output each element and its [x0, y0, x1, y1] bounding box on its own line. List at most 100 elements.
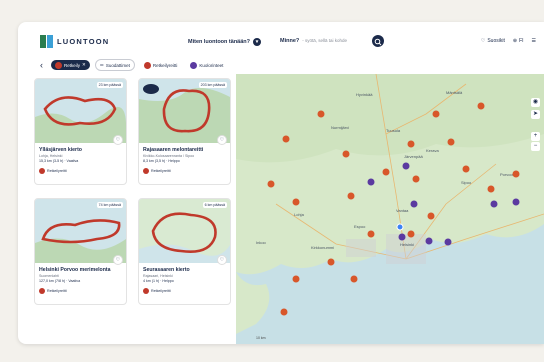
card-title: Rajasaaren melontareitti	[143, 147, 204, 153]
hiking-route-icon	[39, 288, 45, 294]
favorite-heart-icon[interactable]: ♡	[113, 255, 123, 265]
card-type-label: Retkeilyreitti	[151, 169, 171, 173]
menu-icon: ☰	[531, 38, 536, 44]
filter-chip-hiking-label: Retkeilyreitti	[152, 62, 178, 68]
hiking-route-icon	[143, 288, 149, 294]
route-card[interactable]: 74 km päässä ♡ Helsinki Porvoo merimelon…	[34, 198, 127, 305]
svg-text:Hyvinkää: Hyvinkää	[356, 92, 373, 97]
app-window: LUONTOON Miten luontoon tänään? ▾ Minne?…	[18, 22, 544, 344]
card-location: Lohja, Helsinki	[39, 154, 63, 158]
card-type-label: Retkeilyreitti	[47, 289, 67, 293]
card-title: Seurasaaren kierto	[143, 267, 190, 273]
route-list: 23 km päässä ♡ Ylläsjärven kierto Lohja,…	[34, 78, 231, 344]
hiking-route-icon	[143, 168, 149, 174]
distance-badge: 74 km päässä	[96, 202, 123, 208]
svg-text:Helsinki: Helsinki	[400, 242, 414, 247]
hiking-route-icon	[143, 61, 151, 69]
card-type-tag: Retkeilyreitti	[39, 288, 67, 294]
card-type-label: Retkeilyreitti	[47, 169, 67, 173]
svg-text:Espoo: Espoo	[354, 224, 366, 229]
svg-text:Mäntsälä: Mäntsälä	[446, 90, 463, 95]
active-filter-chip[interactable]: Retkeily ✕	[51, 60, 90, 70]
map-scale: 10 km	[256, 336, 266, 340]
card-location: Rajasaari, Helsinki	[143, 274, 173, 278]
chevron-down-icon: ▾	[253, 38, 262, 46]
header-links: ♡ Suosikit ⊕ FI ☰	[481, 38, 536, 44]
zoom-in-button[interactable]: +	[531, 132, 540, 141]
locate-icon: ➤	[532, 111, 539, 117]
card-type-label: Retkeilyreitti	[151, 289, 171, 293]
locate-button[interactable]: ➤	[531, 110, 540, 119]
card-meta: 15,3 km (3-5 h) · Vaativa	[39, 159, 79, 163]
close-icon[interactable]: ✕	[82, 62, 86, 68]
card-type-tag: Retkeilyreitti	[143, 288, 171, 294]
favorites-label: Suosikit	[487, 38, 505, 44]
card-meta: 4 km (1 h) · Helppo	[143, 279, 174, 283]
route-card[interactable]: 203 km päässä ♡ Rajasaaren melontareitti…	[138, 78, 231, 185]
svg-text:Porvoo: Porvoo	[500, 172, 513, 177]
map-canvas: Hyvinkää Järvenpää Porvoo Vantaa Espoo H…	[236, 73, 544, 344]
language-label: FI	[519, 38, 524, 44]
hiking-icon	[55, 61, 62, 69]
svg-text:Vantaa: Vantaa	[396, 208, 409, 213]
distance-badge: 203 km päässä	[198, 82, 227, 88]
filters-button[interactable]: ⚌ Suodattimet	[94, 59, 135, 71]
svg-text:Kerava: Kerava	[426, 148, 439, 153]
brand-logo[interactable]: LUONTOON	[40, 35, 109, 48]
card-type-tag: Retkeilyreitti	[39, 168, 67, 174]
logo-mark-icon	[40, 35, 53, 48]
back-arrow-icon[interactable]: ‹	[40, 60, 43, 70]
globe-icon: ⊕	[512, 38, 518, 44]
filter-chip-hiking[interactable]: Retkeilyreitti	[140, 60, 182, 70]
card-title: Helsinki Porvoo merimelonta	[39, 267, 111, 273]
filter-bar: ‹ Retkeily ✕ ⚌ Suodattimet Retkeilyreitt…	[40, 58, 227, 72]
hiking-route-icon	[39, 168, 45, 174]
layers-button[interactable]: ◉	[531, 98, 540, 107]
sliders-icon: ⚌	[99, 62, 104, 67]
filter-chip-paddling[interactable]: Kuolorinteet	[186, 60, 227, 70]
heart-icon: ♡	[480, 38, 486, 44]
search-input[interactable]: - syötä, sellä tai kohde	[302, 38, 347, 43]
top-header: LUONTOON Miten luontoon tänään? ▾ Minne?…	[18, 22, 544, 56]
svg-text:Kirkkonummi: Kirkkonummi	[311, 245, 334, 250]
zoom-out-button[interactable]: −	[531, 142, 540, 151]
route-map-thumbnail	[139, 199, 230, 263]
active-filter-label: Retkeily	[64, 62, 81, 68]
paddle-icon	[190, 61, 198, 69]
svg-text:Järvenpää: Järvenpää	[404, 154, 423, 159]
svg-text:Tuusula: Tuusula	[386, 128, 401, 133]
route-map-thumbnail	[139, 79, 230, 143]
brand-name: LUONTOON	[57, 37, 110, 46]
mode-question: Miten luontoon tänään?	[188, 39, 251, 45]
favorite-heart-icon[interactable]: ♡	[217, 255, 227, 265]
svg-text:Sipoo: Sipoo	[461, 180, 472, 185]
mode-selector[interactable]: Miten luontoon tänään? ▾	[188, 38, 262, 46]
search-button[interactable]	[372, 35, 384, 47]
svg-text:Lohja: Lohja	[294, 212, 305, 217]
svg-text:Inkoo: Inkoo	[256, 240, 267, 245]
search-label: Minne?	[280, 37, 300, 44]
layers-icon: ◉	[532, 99, 539, 105]
card-location: Kivikko-Kulosaarenranta / Sipoo	[143, 154, 195, 158]
map-view[interactable]: Hyvinkää Järvenpää Porvoo Vantaa Espoo H…	[236, 73, 544, 344]
plus-icon: +	[533, 133, 538, 139]
card-meta: 127,0 km (7/8 h) · Vaativa	[39, 279, 81, 283]
menu-button[interactable]: ☰	[532, 38, 536, 44]
filters-button-label: Suodattimet	[105, 62, 130, 68]
route-map-thumbnail	[35, 79, 126, 143]
route-map-thumbnail	[35, 199, 126, 263]
distance-badge: 6 km päässä	[202, 202, 227, 208]
svg-text:Nurmijärvi: Nurmijärvi	[331, 125, 349, 130]
route-card[interactable]: 23 km päässä ♡ Ylläsjärven kierto Lohja,…	[34, 78, 127, 185]
card-location: Suomenlahti	[39, 274, 59, 278]
card-title: Ylläsjärven kierto	[39, 147, 82, 153]
route-card[interactable]: 6 km päässä ♡ Seurasaaren kierto Rajasaa…	[138, 198, 231, 305]
distance-badge: 23 km päässä	[96, 82, 123, 88]
minus-icon: −	[533, 143, 538, 149]
favorite-heart-icon[interactable]: ♡	[217, 135, 227, 145]
language-link[interactable]: ⊕ FI	[513, 38, 524, 44]
filter-chip-paddling-label: Kuolorinteet	[199, 62, 224, 68]
card-meta: 8,3 km (3,5 h) · Helppo	[143, 159, 180, 163]
favorite-heart-icon[interactable]: ♡	[113, 135, 123, 145]
favorites-link[interactable]: ♡ Suosikit	[481, 38, 505, 44]
